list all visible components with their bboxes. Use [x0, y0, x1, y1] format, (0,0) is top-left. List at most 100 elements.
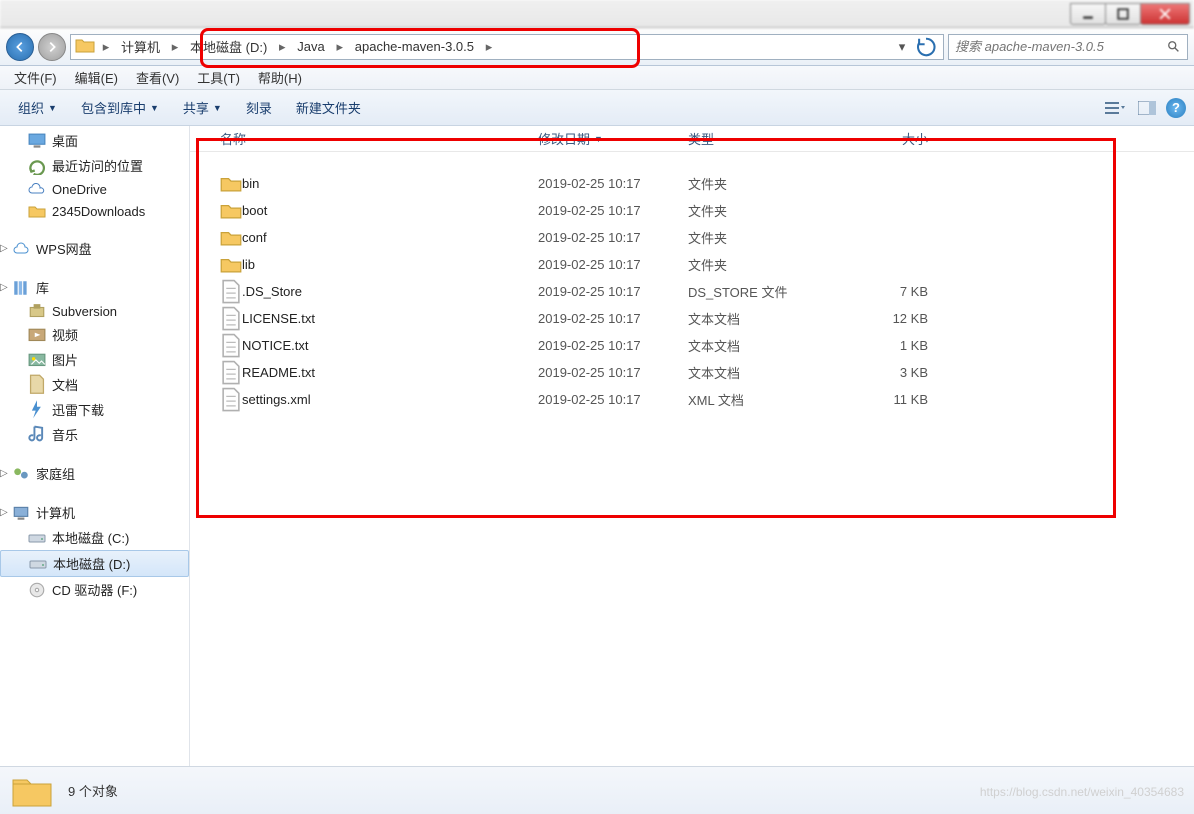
text-icon [220, 306, 242, 331]
file-date: 2019-02-25 10:17 [538, 257, 688, 272]
chevron-right-icon[interactable]: ▸ [99, 39, 113, 55]
file-list: bin2019-02-25 10:17文件夹boot2019-02-25 10:… [190, 152, 1194, 413]
back-button[interactable] [6, 33, 34, 61]
column-date[interactable]: 修改日期▼ [538, 129, 688, 148]
chevron-right-icon[interactable]: ▸ [275, 39, 289, 55]
menu-file[interactable]: 文件(F) [6, 66, 65, 89]
folder-icon [28, 203, 46, 219]
sidebar-label: 本地磁盘 (D:) [53, 554, 130, 573]
file-icon [220, 279, 242, 304]
refresh-icon[interactable] [915, 37, 937, 57]
breadcrumb-segment[interactable]: Java [289, 35, 332, 59]
search-input[interactable] [955, 39, 1167, 54]
file-date: 2019-02-25 10:17 [538, 176, 688, 191]
file-name: NOTICE.txt [242, 338, 538, 353]
sidebar-label: 迅雷下载 [52, 400, 104, 419]
burn-button[interactable]: 刻录 [236, 94, 282, 121]
navbar: ▸ 计算机 ▸ 本地磁盘 (D:) ▸ Java ▸ apache-maven-… [0, 28, 1194, 66]
breadcrumb[interactable]: ▸ 计算机 ▸ 本地磁盘 (D:) ▸ Java ▸ apache-maven-… [70, 34, 944, 60]
chevron-right-icon[interactable]: ▸ [168, 39, 182, 55]
sidebar-wps[interactable]: ▷ WPS网盘 [0, 236, 189, 261]
close-button[interactable] [1140, 3, 1190, 25]
xunlei-icon [28, 402, 46, 418]
file-row[interactable]: boot2019-02-25 10:17文件夹 [190, 197, 1194, 224]
file-type: 文件夹 [688, 174, 838, 193]
expander-icon[interactable]: ▷ [0, 468, 10, 479]
folder-icon [220, 175, 242, 192]
file-type: DS_STORE 文件 [688, 282, 838, 301]
pictures-icon [28, 352, 46, 368]
sidebar-label: 本地磁盘 (C:) [52, 528, 129, 547]
menu-edit[interactable]: 编辑(E) [67, 66, 126, 89]
menu-view[interactable]: 查看(V) [128, 66, 187, 89]
expander-icon[interactable]: ▷ [0, 243, 10, 254]
preview-pane-button[interactable] [1134, 97, 1160, 119]
file-row[interactable]: NOTICE.txt2019-02-25 10:17文本文档1 KB [190, 332, 1194, 359]
sidebar-drive-item[interactable]: CD 驱动器 (F:) [0, 577, 189, 602]
desktop-icon [28, 133, 46, 149]
file-row[interactable]: conf2019-02-25 10:17文件夹 [190, 224, 1194, 251]
file-row[interactable]: .DS_Store2019-02-25 10:17DS_STORE 文件7 KB [190, 278, 1194, 305]
file-name: .DS_Store [242, 284, 538, 299]
sidebar-computer[interactable]: ▷ 计算机 [0, 500, 189, 525]
sidebar-library-item[interactable]: 文档 [0, 372, 189, 397]
file-row[interactable]: settings.xml2019-02-25 10:17XML 文档11 KB [190, 386, 1194, 413]
column-type[interactable]: 类型 [688, 129, 838, 148]
sidebar-drive-item[interactable]: 本地磁盘 (D:) [0, 550, 189, 577]
menu-tools[interactable]: 工具(T) [189, 66, 248, 89]
file-row[interactable]: README.txt2019-02-25 10:17文本文档3 KB [190, 359, 1194, 386]
history-dropdown-icon[interactable]: ▾ [891, 37, 913, 57]
breadcrumb-segment[interactable]: 计算机 [113, 35, 168, 59]
chevron-right-icon[interactable]: ▸ [333, 39, 347, 55]
text-icon [220, 360, 242, 385]
maximize-button[interactable] [1105, 3, 1141, 25]
file-type: 文件夹 [688, 201, 838, 220]
view-options-button[interactable] [1102, 97, 1128, 119]
share-button[interactable]: 共享▼ [173, 94, 232, 121]
sidebar-label: 计算机 [36, 503, 75, 522]
file-date: 2019-02-25 10:17 [538, 203, 688, 218]
sidebar-favorite-item[interactable]: OneDrive [0, 178, 189, 200]
help-button[interactable]: ? [1166, 98, 1186, 118]
expander-icon[interactable]: ▷ [0, 507, 10, 518]
include-button[interactable]: 包含到库中▼ [71, 94, 169, 121]
column-size[interactable]: 大小 [838, 129, 928, 148]
file-type: 文件夹 [688, 255, 838, 274]
sidebar-homegroup[interactable]: ▷ 家庭组 [0, 461, 189, 486]
file-type: 文件夹 [688, 228, 838, 247]
sidebar-favorite-item[interactable]: 最近访问的位置 [0, 153, 189, 178]
organize-button[interactable]: 组织▼ [8, 94, 67, 121]
sidebar-favorite-item[interactable]: 桌面 [0, 128, 189, 153]
computer-icon [12, 505, 30, 521]
sidebar-label: WPS网盘 [36, 239, 92, 258]
menu-help[interactable]: 帮助(H) [250, 66, 310, 89]
file-row[interactable]: LICENSE.txt2019-02-25 10:17文本文档12 KB [190, 305, 1194, 332]
sidebar-library-item[interactable]: 图片 [0, 347, 189, 372]
expander-icon[interactable]: ▷ [0, 282, 10, 293]
column-name[interactable]: 名称 [220, 129, 538, 148]
sidebar-library-item[interactable]: 迅雷下载 [0, 397, 189, 422]
file-date: 2019-02-25 10:17 [538, 338, 688, 353]
sidebar-libraries[interactable]: ▷ 库 [0, 275, 189, 300]
file-row[interactable]: bin2019-02-25 10:17文件夹 [190, 170, 1194, 197]
sidebar-drive-item[interactable]: 本地磁盘 (C:) [0, 525, 189, 550]
newfolder-button[interactable]: 新建文件夹 [286, 94, 371, 121]
breadcrumb-segment[interactable]: 本地磁盘 (D:) [182, 35, 275, 59]
video-icon [28, 327, 46, 343]
search-box[interactable] [948, 34, 1188, 60]
sidebar-favorite-item[interactable]: 2345Downloads [0, 200, 189, 222]
chevron-right-icon[interactable]: ▸ [482, 39, 496, 55]
forward-button[interactable] [38, 33, 66, 61]
minimize-button[interactable] [1070, 3, 1106, 25]
file-date: 2019-02-25 10:17 [538, 230, 688, 245]
file-row[interactable]: lib2019-02-25 10:17文件夹 [190, 251, 1194, 278]
file-date: 2019-02-25 10:17 [538, 311, 688, 326]
sidebar-library-item[interactable]: Subversion [0, 300, 189, 322]
breadcrumb-segment[interactable]: apache-maven-3.0.5 [347, 35, 482, 59]
file-size: 7 KB [838, 284, 928, 299]
drive-icon [28, 530, 46, 546]
sidebar-library-item[interactable]: 音乐 [0, 422, 189, 447]
sidebar-library-item[interactable]: 视频 [0, 322, 189, 347]
sidebar-label: OneDrive [52, 182, 107, 197]
file-name: settings.xml [242, 392, 538, 407]
